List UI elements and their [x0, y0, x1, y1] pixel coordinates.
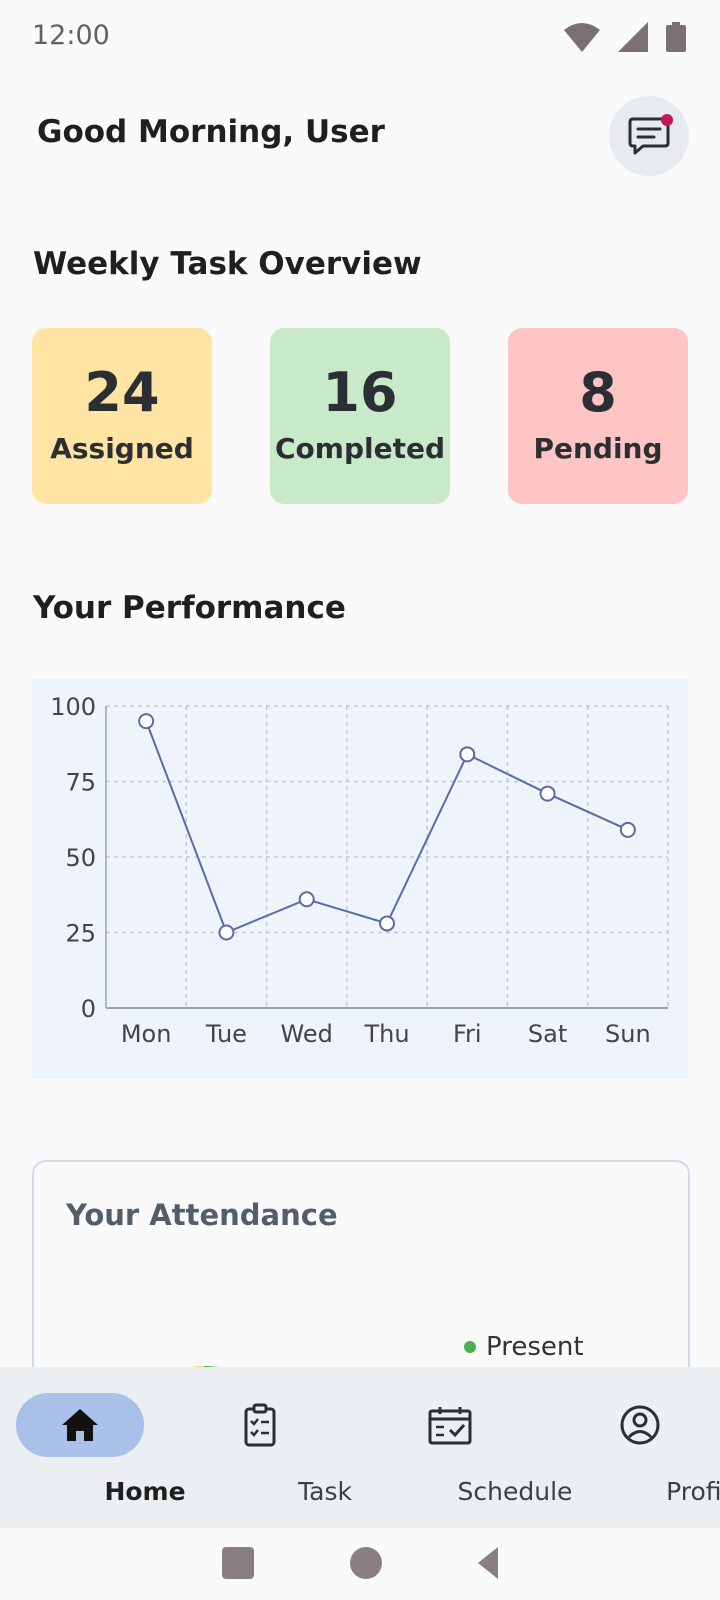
- legend-present-dot: [464, 1341, 476, 1353]
- x-tick-label: Sun: [605, 1020, 651, 1048]
- recents-icon[interactable]: [221, 1546, 255, 1580]
- nav-task-label: Task: [298, 1477, 352, 1506]
- data-point: [539, 785, 556, 802]
- x-tick-label: Sat: [528, 1020, 567, 1048]
- pending-count: 8: [579, 361, 617, 424]
- x-tick-label: Tue: [205, 1020, 247, 1048]
- x-tick-label: Fri: [453, 1020, 482, 1048]
- assigned-card[interactable]: 24 Assigned: [32, 328, 212, 504]
- x-tick-label: Mon: [121, 1020, 172, 1048]
- y-tick-label: 100: [50, 693, 96, 721]
- data-point: [298, 891, 315, 908]
- data-point: [138, 713, 155, 730]
- home-circle-icon[interactable]: [349, 1546, 383, 1580]
- nav-home[interactable]: Home: [15, 1367, 186, 1528]
- back-icon[interactable]: [476, 1546, 500, 1580]
- wifi-icon: [564, 23, 600, 52]
- nav-schedule-indicator: [386, 1393, 514, 1457]
- attendance-title: Your Attendance: [66, 1198, 338, 1232]
- clipboard-icon: [244, 1403, 276, 1447]
- nav-profile[interactable]: Profile: [575, 1367, 720, 1528]
- notification-badge: [661, 114, 673, 126]
- calendar-icon: [428, 1407, 472, 1445]
- data-point: [459, 746, 476, 763]
- status-bar: 12:00: [0, 0, 720, 78]
- system-navigation-bar: [0, 1528, 720, 1600]
- data-point: [218, 924, 235, 941]
- signal-icon: [618, 22, 648, 52]
- assigned-label: Assigned: [50, 432, 194, 465]
- status-icons: [564, 22, 686, 52]
- performance-chart-svg: 0 25 50 75 100 Mon Tue Wed Thu Fri Sat Sun: [50, 693, 669, 1048]
- pending-card[interactable]: 8 Pending: [508, 328, 688, 504]
- y-tick-label: 0: [81, 995, 96, 1023]
- completed-label: Completed: [274, 432, 445, 465]
- x-tick-label: Wed: [281, 1020, 333, 1048]
- profile-icon: [620, 1405, 660, 1445]
- legend-present-label: Present: [486, 1332, 584, 1362]
- nav-home-label: Home: [104, 1477, 186, 1506]
- home-icon: [62, 1409, 98, 1441]
- status-time: 12:00: [32, 20, 110, 51]
- y-tick-label: 25: [65, 920, 96, 948]
- pending-label: Pending: [533, 432, 663, 465]
- battery-icon: [666, 22, 686, 52]
- nav-home-indicator: [16, 1393, 144, 1457]
- weekly-overview-title: Weekly Task Overview: [33, 246, 422, 282]
- bottom-navigation: Home Task Schedule Profi: [0, 1367, 720, 1528]
- series-line: [145, 720, 629, 934]
- nav-profile-indicator: [576, 1393, 704, 1457]
- completed-card[interactable]: 16 Completed: [270, 328, 450, 504]
- nav-task-indicator: [196, 1393, 324, 1457]
- messages-button[interactable]: [609, 96, 689, 176]
- data-point: [379, 915, 395, 932]
- nav-profile-label: Profile: [666, 1477, 720, 1506]
- y-tick-label: 50: [65, 844, 96, 872]
- legend-present: Present: [464, 1332, 584, 1362]
- y-tick-label: 75: [65, 769, 96, 797]
- data-point: [619, 821, 636, 838]
- completed-count: 16: [322, 361, 398, 424]
- x-tick-label: Thu: [363, 1020, 409, 1048]
- nav-task[interactable]: Task: [195, 1367, 352, 1528]
- greeting-title: Good Morning, User: [37, 114, 385, 150]
- assigned-count: 24: [84, 361, 160, 424]
- nav-schedule[interactable]: Schedule: [385, 1367, 572, 1528]
- performance-chart: 0 25 50 75 100 Mon Tue Wed Thu Fri Sat Sun: [32, 679, 688, 1079]
- performance-title: Your Performance: [33, 590, 346, 626]
- nav-schedule-label: Schedule: [457, 1477, 573, 1506]
